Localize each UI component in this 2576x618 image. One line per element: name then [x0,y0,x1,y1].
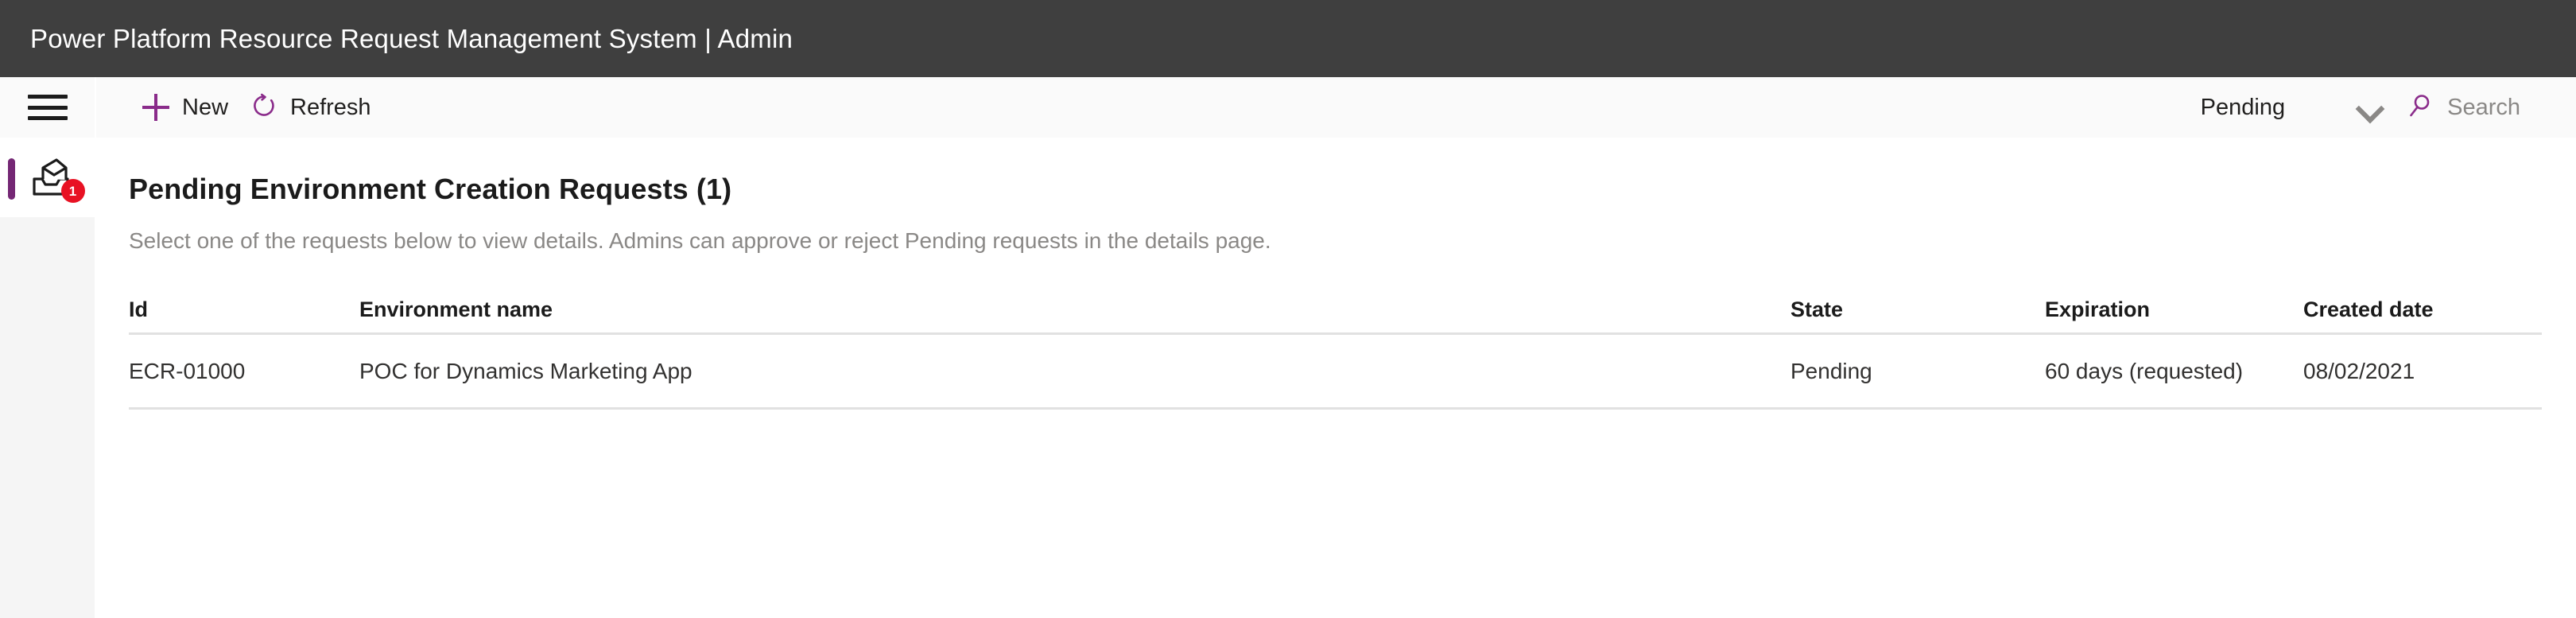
page-title-bar-label: Power Platform Resource Request Manageme… [30,23,793,53]
column-header-created-date[interactable]: Created date [2303,297,2542,322]
search-input[interactable]: Search [2406,91,2520,124]
notification-badge: 1 [60,179,85,203]
state-filter-value[interactable]: Pending [2201,95,2285,121]
cell-id: ECR-01000 [129,358,246,383]
refresh-button-label: Refresh [290,94,371,120]
requests-table: Id Environment name State Expiration Cre… [129,287,2542,410]
command-bar: New Refresh Pending Search [96,77,2576,138]
column-header-environment-name[interactable]: Environment name [359,297,1790,322]
table-header-row: Id Environment name State Expiration Cre… [129,287,2542,335]
page-subtitle: Select one of the requests below to view… [129,228,1271,253]
refresh-button[interactable]: Refresh [239,77,382,138]
hamburger-menu-icon [27,95,68,120]
inbox-tray-icon: 1 [29,155,85,203]
search-placeholder-text: Search [2447,94,2520,120]
hamburger-menu-button[interactable] [0,77,95,138]
column-header-expiration[interactable]: Expiration [2045,297,2303,322]
table-row[interactable]: ECR-01000 POC for Dynamics Marketing App… [129,335,2542,410]
page-title: Pending Environment Creation Requests (1… [129,173,732,205]
new-button-label: New [182,94,229,120]
new-button[interactable]: New [131,77,239,138]
selection-indicator-bar [8,158,15,200]
cell-created-date: 08/02/2021 [2303,358,2415,383]
rail-empty-space [0,217,95,618]
chevron-down-icon[interactable] [2353,91,2385,123]
refresh-circular-arrow-icon [250,92,277,123]
column-header-id[interactable]: Id [129,297,359,322]
left-navigation-rail: 1 [0,77,95,618]
cell-expiration: 60 days (requested) [2045,358,2244,383]
plus-icon [142,94,169,121]
cell-environment-name: POC for Dynamics Marketing App [359,358,692,383]
sidebar-item-requests-inbox[interactable]: 1 [0,138,95,217]
app-header: Power Platform Resource Request Manageme… [0,0,2576,77]
application-window: Power Platform Resource Request Manageme… [0,0,2576,618]
column-header-state[interactable]: State [1790,297,2045,322]
main-content: Pending Environment Creation Requests (1… [96,138,2576,618]
search-magnifier-icon [2406,91,2434,124]
cell-state: Pending [1790,358,1872,383]
